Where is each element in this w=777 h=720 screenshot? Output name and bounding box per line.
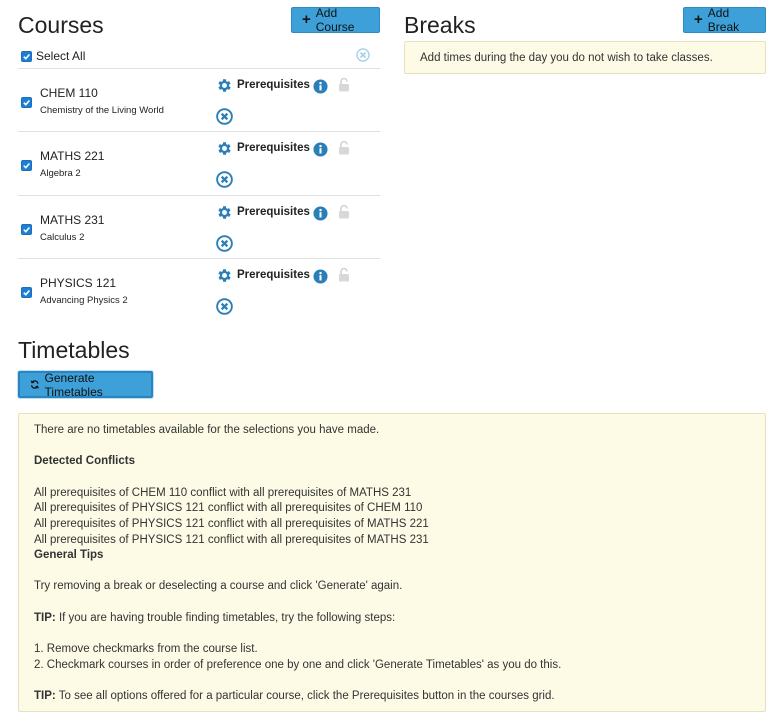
add-course-button[interactable]: + Add Course (291, 6, 380, 34)
course-row: PHYSICS 121 Advancing Physics 2 Prerequisi… (18, 258, 380, 321)
timetables-message-box: There are no timetables available for th… (18, 413, 766, 712)
conflict-item: All prerequisites of PHYSICS 121 conflic… (34, 518, 429, 530)
select-all-label: Select All (36, 49, 86, 63)
course-code: MATHS 231 (40, 213, 105, 227)
add-break-button[interactable]: + Add Break (683, 6, 766, 34)
plus-icon: + (694, 10, 703, 28)
course-row: MATHS 221 Algebra 2 Prerequisites (18, 131, 380, 194)
step-item: 2. Checkmark courses in order of prefere… (34, 659, 562, 671)
course-code: MATHS 221 (40, 149, 105, 163)
conflict-item: All prerequisites of CHEM 110 conflict w… (34, 487, 412, 499)
refresh-icon (30, 380, 39, 389)
course-code: CHEM 110 (40, 86, 98, 100)
conflicts-heading: Detected Conflicts (34, 455, 135, 467)
conflict-item: All prerequisites of PHYSICS 121 conflic… (34, 534, 429, 546)
tip-text: If you are having trouble finding timeta… (58, 612, 396, 624)
course-name: Advancing Physics 2 (40, 295, 128, 306)
course-row: MATHS 231 Calculus 2 Prerequisites (18, 195, 380, 258)
remove-course-icon[interactable] (216, 108, 233, 125)
clear-all-icon[interactable] (356, 48, 370, 62)
info-icon[interactable] (313, 79, 328, 94)
info-icon[interactable] (313, 142, 328, 157)
prerequisites-button[interactable]: Prerequisites (237, 269, 310, 281)
unlock-icon[interactable] (338, 77, 350, 92)
add-course-label: Add Course (315, 6, 355, 34)
tip-prerequisites: TIP: To see all options offered for a pa… (34, 690, 555, 702)
prerequisites-button[interactable]: Prerequisites (237, 79, 310, 91)
generate-timetables-button[interactable]: Generate Timetables (18, 370, 153, 399)
no-timetables-text: There are no timetables available for th… (34, 424, 380, 436)
gear-icon[interactable] (216, 140, 233, 157)
gear-icon[interactable] (216, 204, 233, 221)
tip-troubleshoot: TIP: If you are having trouble finding t… (34, 612, 395, 624)
course-name: Calculus 2 (40, 232, 85, 243)
unlock-icon[interactable] (338, 267, 350, 282)
add-break-label: Add Break (707, 6, 740, 34)
course-checkbox[interactable] (21, 97, 32, 108)
info-icon[interactable] (313, 269, 328, 284)
course-name: Chemistry of the Living World (40, 105, 164, 116)
course-name: Algebra 2 (40, 168, 81, 179)
gear-icon[interactable] (216, 77, 233, 94)
course-checkbox[interactable] (21, 287, 32, 298)
conflict-item: All prerequisites of PHYSICS 121 conflic… (34, 502, 423, 514)
remove-course-icon[interactable] (216, 171, 233, 188)
remove-course-icon[interactable] (216, 235, 233, 252)
courses-title: Courses (18, 12, 104, 38)
course-checkbox[interactable] (21, 160, 32, 171)
gear-icon[interactable] (216, 267, 233, 284)
course-row: CHEM 110 Chemistry of the Living World Pre… (18, 68, 380, 131)
generate-timetables-label: Generate Timetables (44, 370, 103, 399)
step-item: 1. Remove checkmarks from the course lis… (34, 643, 258, 655)
tips-heading: General Tips (34, 549, 104, 561)
unlock-icon[interactable] (338, 204, 350, 219)
breaks-title: Breaks (404, 12, 476, 38)
select-all-checkbox[interactable] (21, 50, 32, 62)
tip-generate: Try removing a break or deselecting a co… (34, 580, 403, 592)
course-code: PHYSICS 121 (40, 276, 117, 290)
timetables-title: Timetables (18, 337, 130, 363)
info-icon[interactable] (313, 206, 328, 221)
tip-prefix: TIP: (34, 612, 56, 624)
remove-course-icon[interactable] (216, 298, 233, 315)
breaks-empty-message: Add times during the day you do not wish… (404, 41, 766, 74)
course-checkbox[interactable] (21, 224, 32, 235)
tip-text: To see all options offered for a particu… (58, 690, 555, 702)
plus-icon: + (302, 10, 311, 28)
unlock-icon[interactable] (338, 140, 350, 155)
tip-prefix: TIP: (34, 690, 56, 702)
prerequisites-button[interactable]: Prerequisites (237, 142, 310, 154)
select-all[interactable]: Select All (21, 49, 85, 63)
prerequisites-button[interactable]: Prerequisites (237, 206, 310, 218)
